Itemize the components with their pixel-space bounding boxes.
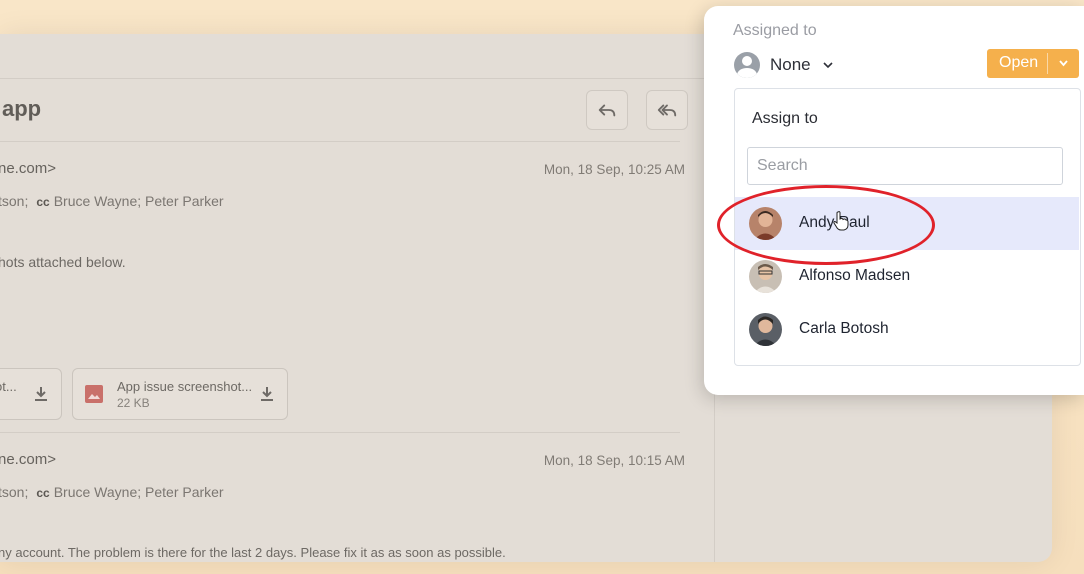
to-list: tson; [0,193,29,209]
attachment-size: 22 KB [117,396,150,410]
divider [0,141,680,142]
image-file-icon [85,385,103,403]
attachment-name: ot... [0,379,17,394]
assignee-select[interactable]: None [770,55,811,75]
assign-to-heading: Assign to [752,110,818,127]
assignee-name: Carla Botosh [799,320,889,337]
status-button[interactable]: Open [987,49,1079,78]
hand-cursor-icon [833,211,849,231]
attachment-card[interactable]: ot... [0,368,62,420]
attachment-card[interactable]: App issue screenshot... 22 KB [72,368,288,420]
chevron-down-icon[interactable] [1058,59,1069,68]
cc-list: Bruce Wayne; Peter Parker [53,193,224,209]
avatar [749,260,782,293]
assigned-to-label: Assigned to [733,22,817,39]
message-recipients: tson; cc Bruce Wayne; Peter Parker [0,484,224,500]
to-list: tson; [0,484,29,500]
attachment-name: App issue screenshot... [117,379,253,394]
message-body: hots attached below. [0,254,126,270]
reply-button[interactable] [586,90,628,130]
default-avatar-icon [734,52,760,78]
download-icon[interactable] [259,385,275,403]
divider [0,432,680,433]
assignee-name: Alfonso Madsen [799,267,911,284]
assign-dropdown: Assign to Andy Paul Alfonso Madsen Carla… [734,88,1081,366]
assign-panel: Assigned to None Open Assign to Andy Pau… [704,6,1084,395]
avatar [749,207,782,240]
message-date: Mon, 18 Sep, 10:15 AM [543,453,685,468]
message-sender: ne.com> [0,451,56,468]
search-input[interactable] [747,147,1063,185]
cc-list: Bruce Wayne; Peter Parker [53,484,224,500]
avatar [749,313,782,346]
cc-label: cc [36,195,50,209]
message-recipients: tson; cc Bruce Wayne; Peter Parker [0,193,224,209]
reply-all-button[interactable] [646,90,688,130]
reply-icon [598,104,616,117]
message-date: Mon, 18 Sep, 10:25 AM [543,162,685,177]
reply-all-icon [657,104,677,117]
assignee-option-andy-paul[interactable]: Andy Paul [735,197,1079,250]
assignee-option-alfonso-madsen[interactable]: Alfonso Madsen [735,250,1079,303]
chevron-down-icon[interactable] [822,60,834,70]
message-sender: ne.com> [0,160,56,177]
assignee-option-carla-botosh[interactable]: Carla Botosh [735,303,1079,356]
download-icon[interactable] [33,385,49,403]
email-subject: app [2,96,42,121]
status-label: Open [999,54,1039,71]
cc-label: cc [36,486,50,500]
message-body: ny account. The problem is there for the… [0,545,506,560]
